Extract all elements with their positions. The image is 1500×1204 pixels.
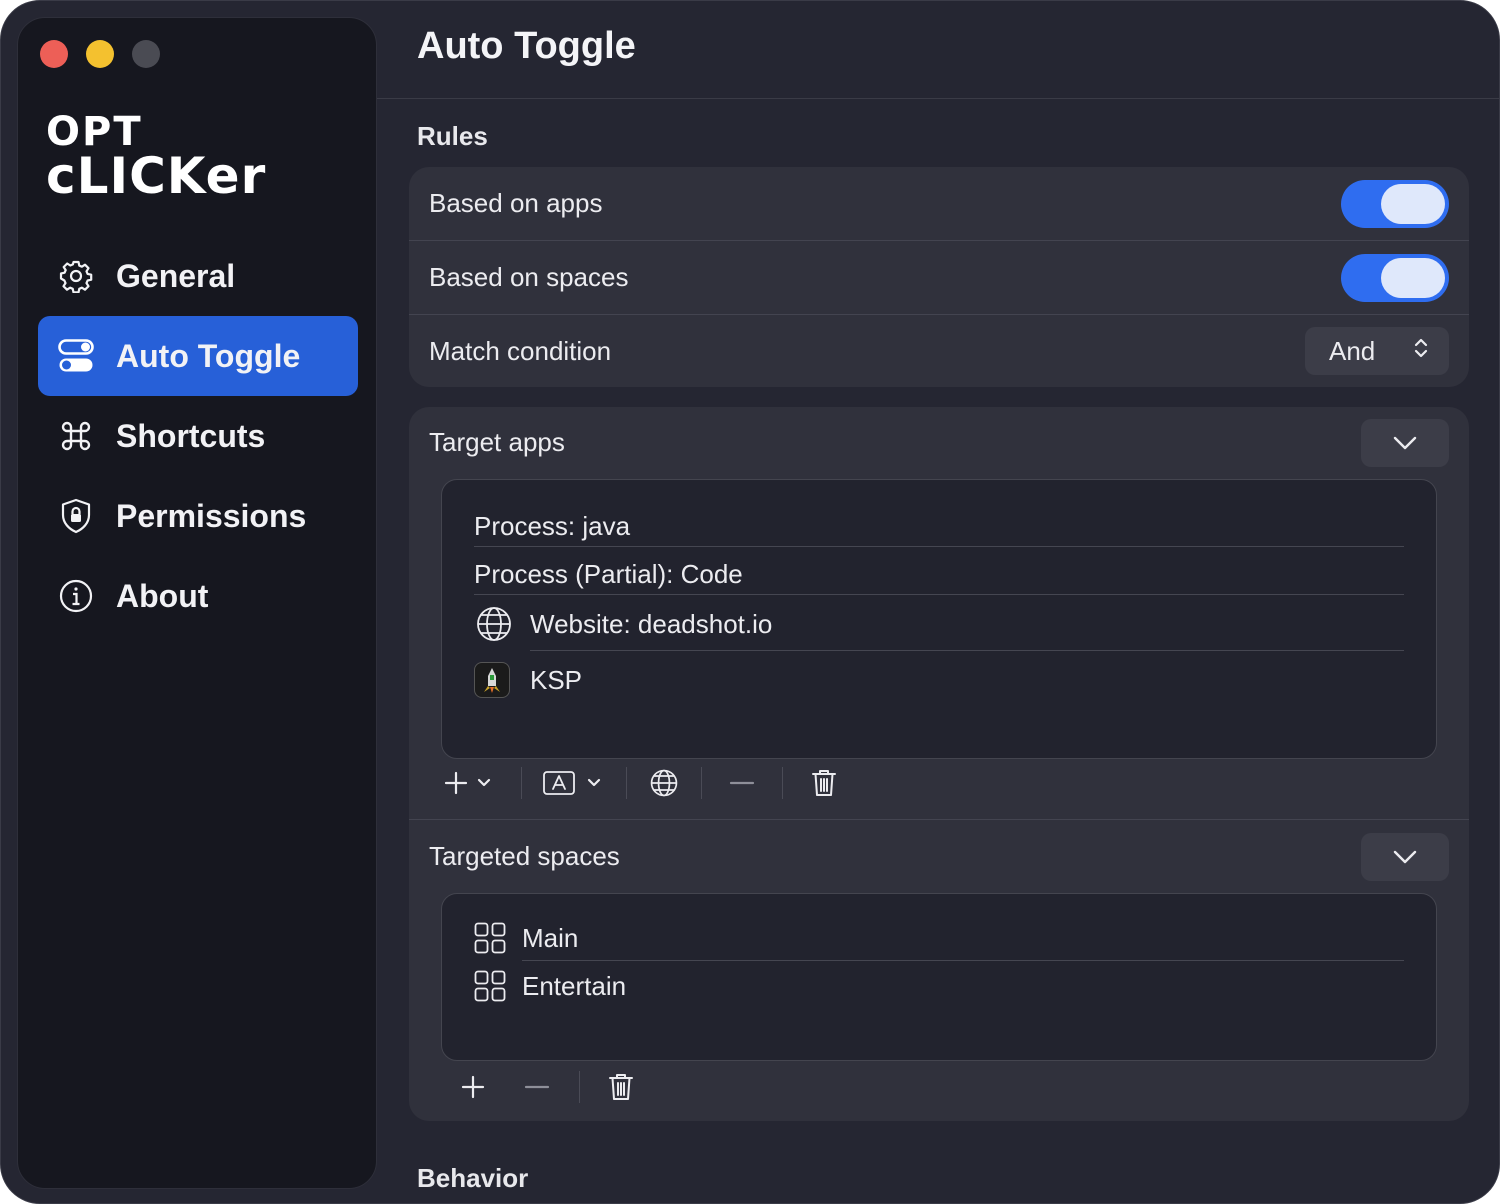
sidebar-nav: General Auto Toggle Shortcuts Permission… [38, 236, 358, 636]
sidebar: OPT cLICKer General Auto Toggle Shortcut… [17, 17, 377, 1189]
ksp-app-icon [474, 662, 510, 698]
match-condition-label: Match condition [429, 335, 612, 366]
toggles-icon [58, 338, 94, 374]
list-item[interactable]: Website: deadshot.io [474, 604, 1404, 644]
plus-icon [461, 1075, 485, 1099]
minus-icon [729, 781, 755, 785]
based-on-apps-toggle[interactable] [1341, 179, 1449, 228]
minus-icon [524, 1085, 550, 1089]
command-icon [58, 418, 94, 454]
page-title: Auto Toggle [417, 25, 636, 67]
list-item-text: Website: deadshot.io [530, 608, 773, 639]
list-item-text: Process: java [474, 510, 631, 541]
based-on-apps-label: Based on apps [429, 188, 603, 218]
sidebar-item-label: General [116, 257, 236, 294]
plus-icon [444, 771, 468, 795]
app-picker-button[interactable] [522, 763, 626, 803]
trash-icon [609, 1074, 633, 1100]
targets-card: Target apps Process: java Process (Parti… [409, 407, 1469, 1121]
logo-line-2: cLICKer [46, 147, 267, 205]
remove-button[interactable] [507, 1067, 567, 1107]
remove-button[interactable] [702, 763, 782, 803]
sidebar-item-label: Shortcuts [116, 417, 266, 454]
list-item[interactable]: Main [474, 920, 1404, 956]
behavior-heading: Behavior [417, 1163, 529, 1193]
grid-icon [474, 970, 506, 1002]
match-condition-row: Match condition And [409, 315, 1469, 387]
window-controls [40, 40, 160, 68]
app-frame-icon [543, 771, 601, 795]
divider [409, 819, 1469, 820]
list-item-text: KSP [530, 664, 583, 695]
target-apps-toolbar [439, 763, 865, 803]
match-condition-select[interactable]: And [1305, 327, 1449, 375]
sidebar-item-about[interactable]: About [38, 556, 358, 636]
sidebar-item-shortcuts[interactable]: Shortcuts [38, 396, 358, 476]
rules-heading: Rules [417, 121, 488, 151]
targeted-spaces-label: Targeted spaces [429, 841, 620, 871]
sidebar-item-permissions[interactable]: Permissions [38, 476, 358, 556]
toggle-knob [1381, 183, 1445, 224]
shield-lock-icon [58, 498, 94, 534]
delete-all-button[interactable] [580, 1067, 662, 1107]
info-icon [58, 578, 94, 614]
rules-card: Based on apps Based on spaces Match cond… [409, 167, 1469, 387]
divider [522, 960, 1404, 961]
zoom-button[interactable] [132, 40, 160, 68]
targeted-spaces-list: Main Entertain [441, 893, 1437, 1061]
sidebar-item-general[interactable]: General [38, 236, 358, 316]
targeted-spaces-toolbar [439, 1067, 662, 1107]
main-panel: Auto Toggle Rules Based on apps Based on… [377, 1, 1499, 1203]
minimize-button[interactable] [86, 40, 114, 68]
close-button[interactable] [40, 40, 68, 68]
targeted-spaces-collapse-button[interactable] [1361, 833, 1449, 881]
trash-icon [812, 770, 836, 796]
sidebar-item-label: About [116, 577, 209, 614]
globe-icon [474, 604, 514, 644]
list-item[interactable]: Process: java [474, 510, 1404, 542]
list-item[interactable]: Entertain [474, 968, 1404, 1004]
add-button[interactable] [439, 1067, 507, 1107]
chevron-down-icon [1393, 850, 1417, 864]
globe-icon [650, 769, 678, 797]
target-apps-collapse-button[interactable] [1361, 419, 1449, 467]
sidebar-item-auto-toggle[interactable]: Auto Toggle [38, 316, 358, 396]
app-logo: OPT cLICKer [46, 110, 267, 205]
based-on-spaces-toggle[interactable] [1341, 253, 1449, 302]
delete-all-button[interactable] [783, 763, 865, 803]
based-on-spaces-label: Based on spaces [429, 262, 629, 292]
add-menu-button[interactable] [439, 763, 499, 803]
chevron-down-icon [1393, 436, 1417, 450]
app-window: OPT cLICKer General Auto Toggle Shortcut… [0, 0, 1500, 1204]
list-item-text: Entertain [522, 970, 627, 1001]
sidebar-item-label: Permissions [116, 497, 307, 534]
based-on-spaces-row: Based on spaces [409, 241, 1469, 315]
add-website-button[interactable] [627, 763, 701, 803]
toggle-knob [1381, 257, 1445, 298]
list-item-text: Main [522, 922, 579, 953]
divider [474, 546, 1404, 547]
list-item[interactable]: Process (Partial): Code [474, 558, 1404, 590]
gear-icon [58, 258, 94, 294]
grid-icon [474, 922, 506, 954]
list-item-text: Process (Partial): Code [474, 558, 743, 589]
list-item[interactable]: KSP [474, 660, 1404, 700]
based-on-apps-row: Based on apps [409, 167, 1469, 241]
sidebar-item-label: Auto Toggle [116, 337, 301, 374]
chevron-down-icon [477, 778, 491, 787]
divider [474, 594, 1404, 595]
titlebar: Auto Toggle [377, 1, 1499, 99]
up-down-chevron-icon [1413, 336, 1429, 367]
divider [530, 650, 1404, 651]
target-apps-label: Target apps [429, 427, 565, 457]
match-condition-value: And [1329, 335, 1376, 366]
target-apps-list: Process: java Process (Partial): Code We… [441, 479, 1437, 759]
